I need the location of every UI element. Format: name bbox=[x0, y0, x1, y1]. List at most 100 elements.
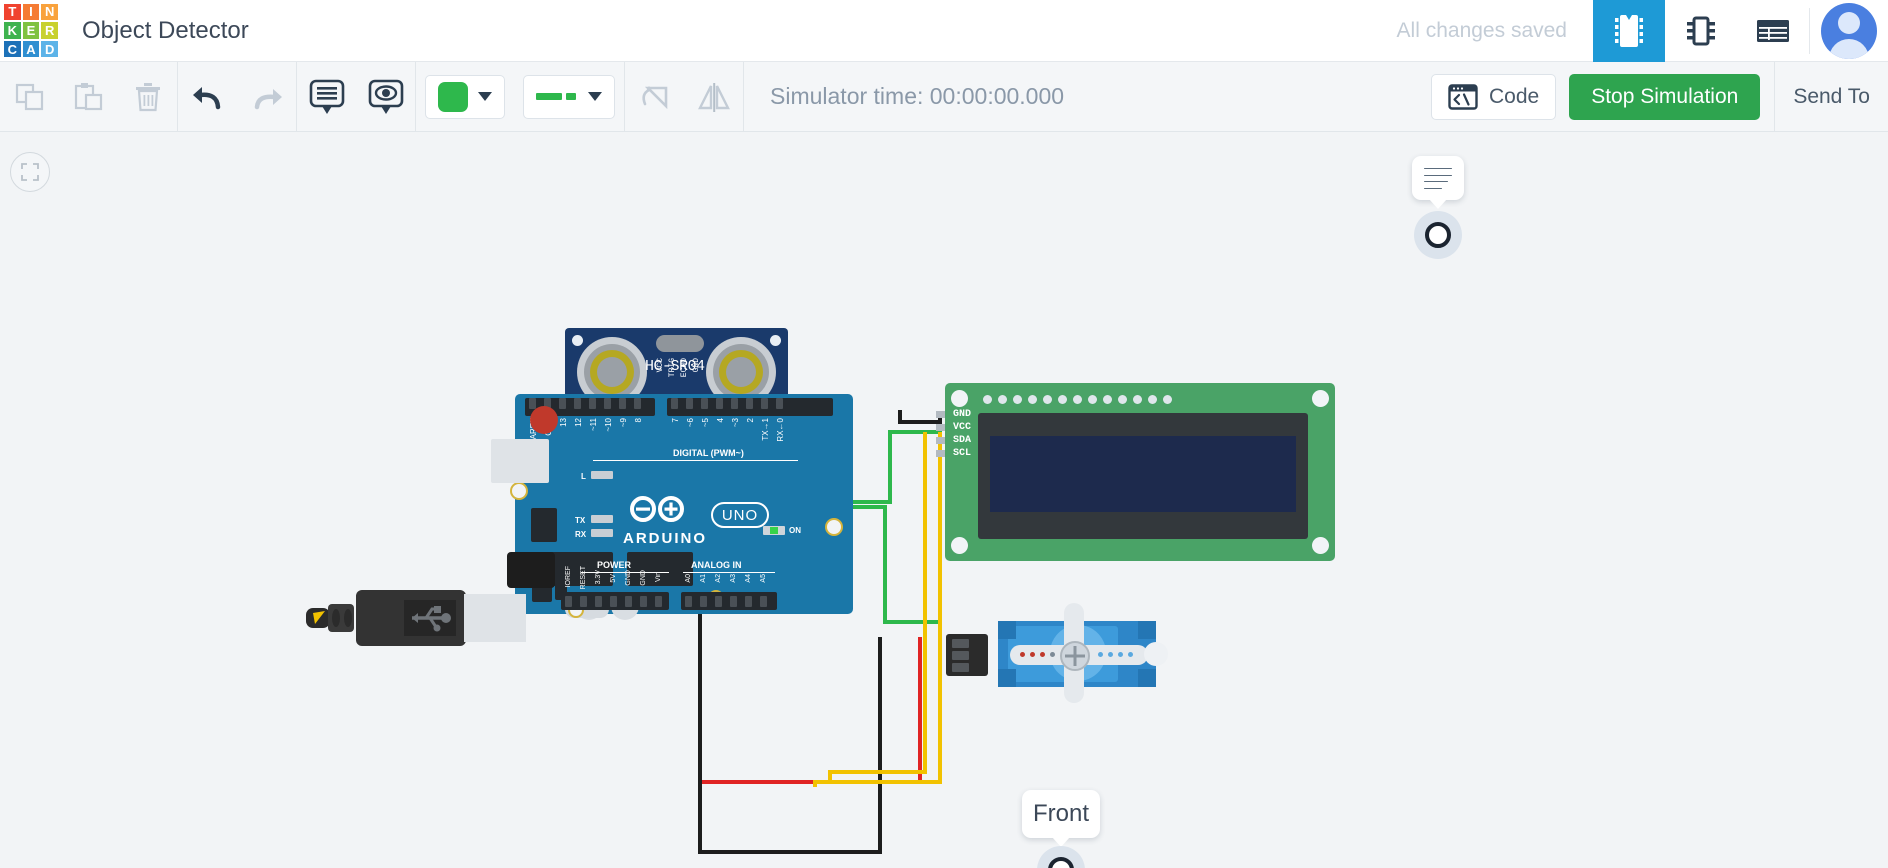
note-callout[interactable] bbox=[1412, 156, 1464, 209]
servo-connector[interactable] bbox=[946, 634, 988, 676]
pin-label-6: ~6 bbox=[686, 418, 695, 428]
led-rx bbox=[591, 529, 613, 537]
circuits-view-button[interactable] bbox=[1593, 0, 1665, 62]
horn-hole bbox=[1020, 652, 1025, 657]
logo-cell-n: N bbox=[41, 3, 58, 21]
trash-icon bbox=[135, 82, 160, 111]
horn-hole bbox=[1098, 652, 1103, 657]
servo-mount-tab bbox=[1138, 669, 1156, 687]
reset-button[interactable] bbox=[530, 406, 558, 434]
servo-pin-signal[interactable] bbox=[952, 639, 969, 648]
undo-button[interactable] bbox=[178, 62, 237, 132]
lcd-display[interactable]: GND VCC SDA SCL bbox=[936, 383, 1335, 561]
servo-side-shaft bbox=[1144, 642, 1168, 666]
front-callout[interactable]: Front bbox=[1022, 790, 1100, 847]
code-button[interactable]: Code bbox=[1431, 73, 1557, 120]
on-led-label: ON bbox=[789, 526, 801, 535]
pin-label-10: ~10 bbox=[604, 418, 613, 432]
lcd-header-hole bbox=[983, 395, 992, 404]
pin-label-vin: Vin bbox=[655, 572, 662, 582]
pin-label-a0: A0 bbox=[685, 574, 692, 583]
note-text-line bbox=[1424, 181, 1448, 182]
lcd-header-hole bbox=[1013, 395, 1022, 404]
note-button[interactable] bbox=[297, 62, 356, 132]
stop-simulation-label: Stop Simulation bbox=[1591, 84, 1739, 108]
lcd-header-hole bbox=[1043, 395, 1052, 404]
mount-hole bbox=[510, 482, 528, 500]
servo-pin-power[interactable] bbox=[952, 651, 969, 660]
chip-icon bbox=[1615, 14, 1643, 47]
redo-button[interactable] bbox=[237, 62, 296, 132]
copy-icon bbox=[15, 83, 43, 110]
servo-motor[interactable] bbox=[946, 603, 1168, 703]
delete-button[interactable] bbox=[118, 62, 177, 132]
header-pin bbox=[776, 398, 783, 409]
list-table-icon bbox=[1757, 19, 1789, 42]
header-pin bbox=[716, 398, 723, 409]
wire-color-picker[interactable] bbox=[425, 74, 505, 119]
lcd-pin-sda[interactable] bbox=[936, 437, 945, 444]
wire-style-picker[interactable] bbox=[523, 74, 615, 119]
header-pin bbox=[580, 596, 587, 607]
components-list-button[interactable] bbox=[1737, 0, 1809, 62]
wire-black-lcd-gnd bbox=[898, 410, 942, 424]
arduino-brand-label: ARDUINO bbox=[623, 530, 707, 547]
horn-hole bbox=[1118, 652, 1123, 657]
pin-label-9: ~9 bbox=[619, 418, 628, 428]
document-title[interactable]: Object Detector bbox=[82, 17, 249, 45]
logo-cell-a: A bbox=[22, 40, 40, 58]
circuit-canvas[interactable]: HC-SR04 VCC TRIG ECHO GND T R GND bbox=[0, 132, 1888, 868]
stop-simulation-button[interactable]: Stop Simulation bbox=[1569, 73, 1761, 120]
mirror-button[interactable] bbox=[684, 62, 743, 132]
paste-button[interactable] bbox=[59, 62, 118, 132]
lcd-header-hole bbox=[1028, 395, 1037, 404]
servo-mount-tab bbox=[998, 621, 1016, 639]
lcd-header-hole bbox=[1118, 395, 1127, 404]
rotate-button[interactable] bbox=[625, 62, 684, 132]
servo-pin-ground[interactable] bbox=[952, 663, 969, 672]
wire-black-servo-gnd bbox=[698, 602, 882, 854]
components-view-button[interactable] bbox=[1665, 0, 1737, 62]
front-callout-label: Front bbox=[1032, 800, 1089, 827]
digital-section-rule bbox=[593, 460, 798, 461]
lcd-pin-gnd[interactable] bbox=[936, 411, 945, 418]
annotation-visibility-button[interactable] bbox=[356, 62, 415, 132]
horn-hole bbox=[1050, 652, 1055, 657]
lcd-pin-label-gnd: GND bbox=[953, 409, 972, 420]
led-label-tx: TX bbox=[575, 516, 586, 525]
lcd-screw-hole bbox=[1312, 390, 1329, 407]
send-to-button[interactable]: Send To bbox=[1774, 61, 1888, 132]
header-pin bbox=[589, 398, 596, 409]
servo-hub-cross-icon bbox=[1065, 646, 1085, 666]
usb-cable[interactable] bbox=[306, 580, 556, 660]
toolbar-right-group: Code Stop Simulation Send To bbox=[1431, 61, 1888, 132]
sensor-pin-label-echo: ECHO bbox=[680, 358, 689, 378]
usb-metal-shell bbox=[464, 594, 526, 642]
pin-label-33v: 3.3V bbox=[595, 570, 602, 585]
lcd-header-hole bbox=[1073, 395, 1082, 404]
copy-button[interactable] bbox=[0, 62, 59, 132]
redo-icon bbox=[254, 88, 282, 109]
pin-label-5: ~5 bbox=[701, 418, 710, 428]
lcd-pin-label-sda: SDA bbox=[953, 435, 972, 446]
header-pin bbox=[746, 398, 753, 409]
wire-layer bbox=[590, 410, 942, 854]
eye-note-icon bbox=[368, 79, 403, 114]
pin-label-reset: RESET bbox=[580, 566, 587, 590]
header-pin bbox=[685, 596, 692, 607]
horn-hole bbox=[1128, 652, 1133, 657]
arduino-uno-board[interactable]: AREF GND 13 12 ~11 ~10 ~9 8 7 ~6 ~5 4 ~3… bbox=[491, 394, 853, 620]
logo-cell-k: K bbox=[4, 22, 21, 39]
lcd-pin-vcc[interactable] bbox=[936, 424, 945, 431]
lcd-pin-label-scl: SCL bbox=[953, 448, 972, 459]
header-pin bbox=[730, 596, 737, 607]
tinkercad-logo[interactable]: T I N K E R C A D bbox=[0, 0, 62, 62]
lcd-screw-hole bbox=[951, 390, 968, 407]
pin-label-a4: A4 bbox=[745, 574, 752, 583]
pin-label-3: ~3 bbox=[731, 418, 740, 428]
note-pin-marker[interactable] bbox=[1414, 211, 1462, 259]
lcd-pin-scl[interactable] bbox=[936, 450, 945, 457]
header-pin bbox=[574, 398, 581, 409]
horn-hole bbox=[1040, 652, 1045, 657]
avatar-button[interactable] bbox=[1810, 0, 1888, 62]
